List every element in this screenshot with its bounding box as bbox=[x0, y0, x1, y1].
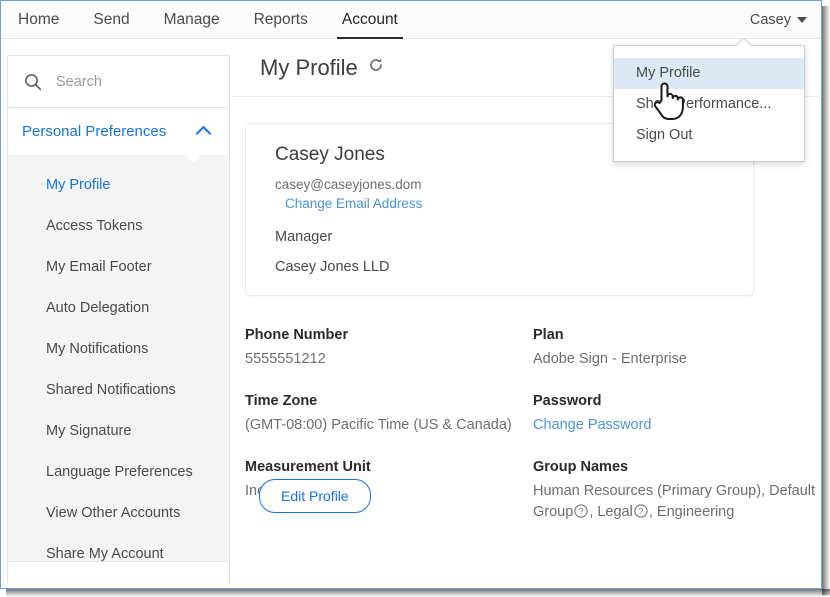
field-value-plan: Adobe Sign - Enterprise bbox=[533, 351, 687, 367]
screenshot-root: Home Send Manage Reports Account Casey M… bbox=[0, 0, 830, 597]
svg-text:?: ? bbox=[579, 506, 584, 516]
field-label-phone-number: Phone Number bbox=[245, 327, 349, 343]
field-label-password: Password bbox=[533, 393, 602, 410]
sidebar-item-my-signature[interactable]: My Signature bbox=[8, 411, 229, 452]
field-phone-number: Phone Number 5555551212 bbox=[245, 327, 533, 370]
user-menu-trigger[interactable]: Casey bbox=[750, 1, 807, 39]
refresh-icon[interactable] bbox=[368, 57, 384, 78]
svg-text:?: ? bbox=[638, 506, 643, 516]
field-password: Password Change Password bbox=[533, 393, 820, 436]
field-time-zone: Time Zone (GMT-08:00) Pacific Time (US &… bbox=[245, 393, 533, 436]
sidebar-item-shared-notifications[interactable]: Shared Notifications bbox=[8, 370, 229, 411]
nav-tab-reports[interactable]: Reports bbox=[237, 1, 325, 39]
user-dropdown-menu[interactable]: My Profile Show Performance... Sign Out bbox=[613, 45, 805, 162]
window-shadow-right bbox=[822, 6, 830, 595]
details-column-right: Plan Adobe Sign - Enterprise Password Ch… bbox=[533, 327, 820, 548]
profile-details-grid: Phone Number 5555551212 Time Zone (GMT-0… bbox=[245, 327, 820, 548]
field-group-names: Group Names Human Resources (Primary Gro… bbox=[533, 459, 820, 525]
details-column-left: Phone Number 5555551212 Time Zone (GMT-0… bbox=[245, 327, 533, 548]
field-plan: Plan Adobe Sign - Enterprise bbox=[533, 327, 820, 370]
help-circle-icon[interactable]: ? bbox=[634, 504, 648, 525]
dropdown-item-sign-out[interactable]: Sign Out bbox=[614, 120, 804, 151]
sidebar-item-access-tokens[interactable]: Access Tokens bbox=[8, 206, 229, 247]
sidebar-section-personal-preferences[interactable]: Personal Preferences bbox=[8, 108, 229, 155]
sidebar-search-row[interactable] bbox=[8, 56, 229, 108]
sidebar-item-my-notifications[interactable]: My Notifications bbox=[8, 329, 229, 370]
field-value-password: Change Password bbox=[533, 415, 820, 436]
field-value-time-zone: (GMT-08:00) Pacific Time (US & Canada) bbox=[245, 417, 512, 434]
field-label-time-zone: Time Zone bbox=[245, 393, 318, 410]
edit-profile-button[interactable]: Edit Profile bbox=[259, 479, 371, 513]
nav-tab-manage[interactable]: Manage bbox=[147, 1, 237, 39]
section-notch-indicator bbox=[185, 154, 201, 163]
dropdown-item-show-performance[interactable]: Show Performance... bbox=[614, 89, 804, 120]
top-navigation-bar: Home Send Manage Reports Account Casey bbox=[1, 1, 821, 39]
search-icon bbox=[24, 73, 42, 91]
field-value-phone-number: 5555551212 bbox=[245, 351, 326, 367]
sidebar-footer bbox=[8, 561, 229, 583]
caret-down-icon bbox=[797, 17, 807, 23]
sidebar-item-language-preferences[interactable]: Language Preferences bbox=[8, 452, 229, 493]
change-password-link[interactable]: Change Password bbox=[533, 417, 652, 433]
field-label-measurement-unit: Measurement Unit bbox=[245, 459, 371, 476]
group-names-part-3: , Engineering bbox=[648, 504, 735, 521]
dropdown-item-my-profile[interactable]: My Profile bbox=[614, 58, 804, 89]
sidebar-item-view-other-accounts[interactable]: View Other Accounts bbox=[8, 493, 229, 534]
profile-role: Manager bbox=[275, 229, 333, 245]
search-input[interactable] bbox=[54, 72, 204, 91]
nav-tab-home[interactable]: Home bbox=[1, 1, 76, 39]
nav-tab-account[interactable]: Account bbox=[325, 1, 415, 39]
sidebar-item-auto-delegation[interactable]: Auto Delegation bbox=[8, 288, 229, 329]
field-value-group-names: Human Resources (Primary Group), Default… bbox=[533, 481, 820, 525]
user-menu-label: Casey bbox=[749, 12, 791, 28]
browser-frame: Home Send Manage Reports Account Casey M… bbox=[0, 0, 822, 589]
window-shadow-bottom bbox=[6, 589, 830, 597]
sidebar-item-my-email-footer[interactable]: My Email Footer bbox=[8, 247, 229, 288]
change-email-address-link[interactable]: Change Email Address bbox=[285, 196, 422, 211]
profile-email: casey@caseyjones.dom bbox=[275, 177, 422, 192]
group-names-part-2: , Legal bbox=[589, 504, 633, 521]
change-email-wrapper: Change Email Address bbox=[275, 195, 753, 213]
profile-company: Casey Jones LLD bbox=[275, 259, 390, 275]
nav-tab-send[interactable]: Send bbox=[76, 1, 146, 39]
dropdown-arrow-icon bbox=[736, 38, 751, 46]
help-circle-icon[interactable]: ? bbox=[574, 504, 588, 525]
page-title: My Profile bbox=[260, 54, 358, 80]
sidebar-section-label: Personal Preferences bbox=[22, 123, 167, 140]
sidebar: Personal Preferences My Profile Access T… bbox=[7, 55, 230, 583]
top-nav-tab-list: Home Send Manage Reports Account bbox=[1, 1, 415, 39]
field-label-plan: Plan bbox=[533, 327, 564, 343]
sidebar-nav-list: My Profile Access Tokens My Email Footer… bbox=[8, 155, 229, 575]
chevron-up-icon bbox=[195, 125, 212, 142]
field-label-group-names: Group Names bbox=[533, 459, 629, 476]
sidebar-item-my-profile[interactable]: My Profile bbox=[8, 165, 229, 206]
